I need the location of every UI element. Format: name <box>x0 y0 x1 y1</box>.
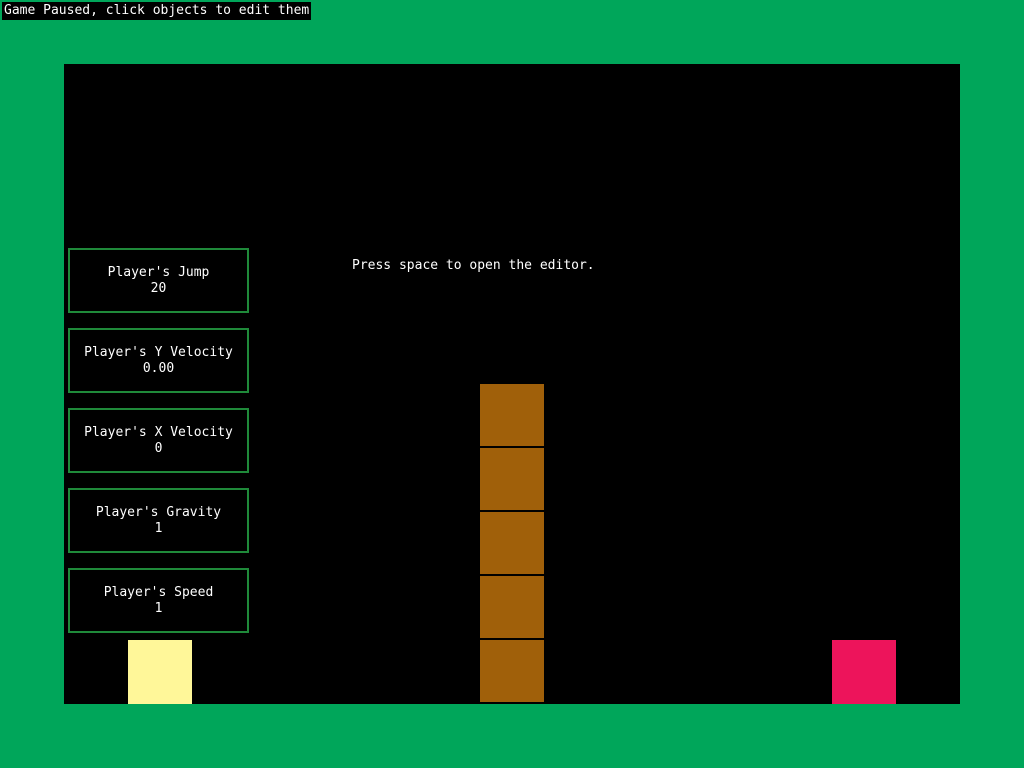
block-tile[interactable] <box>480 640 544 704</box>
block-tile[interactable] <box>480 448 544 512</box>
player-speed-label: Player's Speed <box>103 584 214 600</box>
player-x-velocity-label: Player's X Velocity <box>84 424 233 440</box>
player-jump-value: 20 <box>150 280 167 296</box>
block-tile[interactable] <box>480 512 544 576</box>
player-x-velocity-panel[interactable]: Player's X Velocity 0 <box>68 408 249 473</box>
goal-tile[interactable] <box>832 640 896 704</box>
player-x-velocity-value: 0 <box>154 440 163 456</box>
status-message: Game Paused, click objects to edit them <box>2 2 312 20</box>
player-gravity-value: 1 <box>154 520 163 536</box>
player-jump-label: Player's Jump <box>107 264 210 280</box>
block-tile[interactable] <box>480 576 544 640</box>
player-sprite[interactable] <box>128 640 192 704</box>
player-gravity-label: Player's Gravity <box>95 504 222 520</box>
player-jump-panel[interactable]: Player's Jump 20 <box>68 248 249 313</box>
player-y-velocity-value: 0.00 <box>142 360 175 376</box>
player-y-velocity-panel[interactable]: Player's Y Velocity 0.00 <box>68 328 249 393</box>
player-gravity-panel[interactable]: Player's Gravity 1 <box>68 488 249 553</box>
game-canvas[interactable]: Press space to open the editor. Player's… <box>64 64 960 704</box>
player-speed-panel[interactable]: Player's Speed 1 <box>68 568 249 633</box>
block-tile[interactable] <box>480 384 544 448</box>
editor-hint: Press space to open the editor. <box>352 258 595 273</box>
player-y-velocity-label: Player's Y Velocity <box>84 344 233 360</box>
player-speed-value: 1 <box>154 600 163 616</box>
